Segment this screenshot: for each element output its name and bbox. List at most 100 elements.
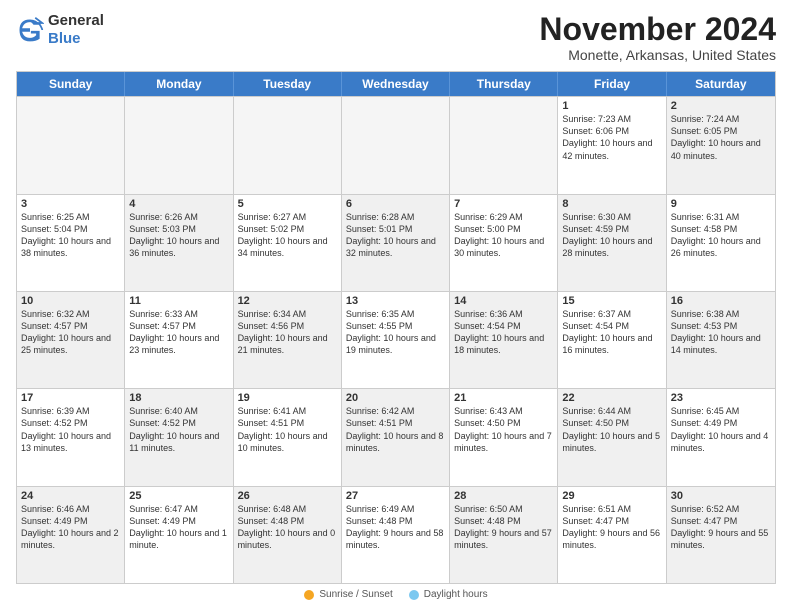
calendar-cell-empty-4 bbox=[450, 97, 558, 193]
day-info: Sunrise: 6:49 AM Sunset: 4:48 PM Dayligh… bbox=[346, 503, 445, 552]
day-number: 2 bbox=[671, 100, 771, 112]
day-info: Sunrise: 6:52 AM Sunset: 4:47 PM Dayligh… bbox=[671, 503, 771, 552]
calendar-cell-empty-3 bbox=[342, 97, 450, 193]
sunrise-dot bbox=[304, 590, 314, 600]
logo-icon bbox=[16, 16, 44, 44]
calendar-cell-empty-1 bbox=[125, 97, 233, 193]
calendar-body: 1Sunrise: 7:23 AM Sunset: 6:06 PM Daylig… bbox=[17, 96, 775, 583]
calendar-cell-5: 5Sunrise: 6:27 AM Sunset: 5:02 PM Daylig… bbox=[234, 195, 342, 291]
day-info: Sunrise: 6:35 AM Sunset: 4:55 PM Dayligh… bbox=[346, 308, 445, 357]
calendar-cell-12: 12Sunrise: 6:34 AM Sunset: 4:56 PM Dayli… bbox=[234, 292, 342, 388]
day-number: 25 bbox=[129, 490, 228, 502]
calendar-cell-16: 16Sunrise: 6:38 AM Sunset: 4:53 PM Dayli… bbox=[667, 292, 775, 388]
day-number: 27 bbox=[346, 490, 445, 502]
calendar-row-3: 17Sunrise: 6:39 AM Sunset: 4:52 PM Dayli… bbox=[17, 388, 775, 485]
calendar-header-sunday: Sunday bbox=[17, 72, 125, 96]
calendar-cell-29: 29Sunrise: 6:51 AM Sunset: 4:47 PM Dayli… bbox=[558, 487, 666, 583]
calendar-cell-10: 10Sunrise: 6:32 AM Sunset: 4:57 PM Dayli… bbox=[17, 292, 125, 388]
calendar-cell-1: 1Sunrise: 7:23 AM Sunset: 6:06 PM Daylig… bbox=[558, 97, 666, 193]
day-info: Sunrise: 6:39 AM Sunset: 4:52 PM Dayligh… bbox=[21, 405, 120, 454]
day-info: Sunrise: 6:33 AM Sunset: 4:57 PM Dayligh… bbox=[129, 308, 228, 357]
day-info: Sunrise: 6:37 AM Sunset: 4:54 PM Dayligh… bbox=[562, 308, 661, 357]
calendar-cell-13: 13Sunrise: 6:35 AM Sunset: 4:55 PM Dayli… bbox=[342, 292, 450, 388]
sunrise-legend: Sunrise / Sunset bbox=[304, 589, 392, 600]
day-info: Sunrise: 6:27 AM Sunset: 5:02 PM Dayligh… bbox=[238, 211, 337, 260]
day-number: 1 bbox=[562, 100, 661, 112]
day-info: Sunrise: 6:42 AM Sunset: 4:51 PM Dayligh… bbox=[346, 405, 445, 454]
calendar-cell-2: 2Sunrise: 7:24 AM Sunset: 6:05 PM Daylig… bbox=[667, 97, 775, 193]
calendar-header-row: SundayMondayTuesdayWednesdayThursdayFrid… bbox=[17, 72, 775, 96]
calendar-row-0: 1Sunrise: 7:23 AM Sunset: 6:06 PM Daylig… bbox=[17, 96, 775, 193]
day-info: Sunrise: 6:26 AM Sunset: 5:03 PM Dayligh… bbox=[129, 211, 228, 260]
day-number: 23 bbox=[671, 392, 771, 404]
day-info: Sunrise: 6:44 AM Sunset: 4:50 PM Dayligh… bbox=[562, 405, 661, 454]
day-number: 28 bbox=[454, 490, 553, 502]
calendar-header-thursday: Thursday bbox=[450, 72, 558, 96]
calendar-cell-8: 8Sunrise: 6:30 AM Sunset: 4:59 PM Daylig… bbox=[558, 195, 666, 291]
daylight-dot bbox=[409, 590, 419, 600]
daylight-legend-label: Daylight hours bbox=[424, 589, 488, 600]
calendar-header-saturday: Saturday bbox=[667, 72, 775, 96]
day-number: 30 bbox=[671, 490, 771, 502]
calendar-row-1: 3Sunrise: 6:25 AM Sunset: 5:04 PM Daylig… bbox=[17, 194, 775, 291]
day-info: Sunrise: 6:50 AM Sunset: 4:48 PM Dayligh… bbox=[454, 503, 553, 552]
calendar-cell-17: 17Sunrise: 6:39 AM Sunset: 4:52 PM Dayli… bbox=[17, 389, 125, 485]
day-number: 9 bbox=[671, 198, 771, 210]
day-info: Sunrise: 6:47 AM Sunset: 4:49 PM Dayligh… bbox=[129, 503, 228, 552]
day-info: Sunrise: 6:51 AM Sunset: 4:47 PM Dayligh… bbox=[562, 503, 661, 552]
calendar-cell-empty-0 bbox=[17, 97, 125, 193]
day-info: Sunrise: 6:36 AM Sunset: 4:54 PM Dayligh… bbox=[454, 308, 553, 357]
calendar-cell-23: 23Sunrise: 6:45 AM Sunset: 4:49 PM Dayli… bbox=[667, 389, 775, 485]
day-number: 22 bbox=[562, 392, 661, 404]
day-info: Sunrise: 6:48 AM Sunset: 4:48 PM Dayligh… bbox=[238, 503, 337, 552]
day-number: 21 bbox=[454, 392, 553, 404]
logo: General Blue bbox=[16, 12, 104, 48]
day-number: 5 bbox=[238, 198, 337, 210]
calendar-header-tuesday: Tuesday bbox=[234, 72, 342, 96]
day-number: 11 bbox=[129, 295, 228, 307]
day-info: Sunrise: 6:34 AM Sunset: 4:56 PM Dayligh… bbox=[238, 308, 337, 357]
calendar-cell-11: 11Sunrise: 6:33 AM Sunset: 4:57 PM Dayli… bbox=[125, 292, 233, 388]
day-info: Sunrise: 6:43 AM Sunset: 4:50 PM Dayligh… bbox=[454, 405, 553, 454]
day-info: Sunrise: 6:40 AM Sunset: 4:52 PM Dayligh… bbox=[129, 405, 228, 454]
calendar-cell-empty-2 bbox=[234, 97, 342, 193]
day-number: 4 bbox=[129, 198, 228, 210]
day-number: 13 bbox=[346, 295, 445, 307]
day-info: Sunrise: 6:30 AM Sunset: 4:59 PM Dayligh… bbox=[562, 211, 661, 260]
calendar-header-monday: Monday bbox=[125, 72, 233, 96]
calendar-cell-24: 24Sunrise: 6:46 AM Sunset: 4:49 PM Dayli… bbox=[17, 487, 125, 583]
calendar-cell-7: 7Sunrise: 6:29 AM Sunset: 5:00 PM Daylig… bbox=[450, 195, 558, 291]
calendar-header-wednesday: Wednesday bbox=[342, 72, 450, 96]
day-info: Sunrise: 6:41 AM Sunset: 4:51 PM Dayligh… bbox=[238, 405, 337, 454]
day-info: Sunrise: 6:29 AM Sunset: 5:00 PM Dayligh… bbox=[454, 211, 553, 260]
calendar-cell-3: 3Sunrise: 6:25 AM Sunset: 5:04 PM Daylig… bbox=[17, 195, 125, 291]
calendar-header-friday: Friday bbox=[558, 72, 666, 96]
calendar-cell-30: 30Sunrise: 6:52 AM Sunset: 4:47 PM Dayli… bbox=[667, 487, 775, 583]
day-number: 20 bbox=[346, 392, 445, 404]
calendar-cell-21: 21Sunrise: 6:43 AM Sunset: 4:50 PM Dayli… bbox=[450, 389, 558, 485]
calendar-cell-25: 25Sunrise: 6:47 AM Sunset: 4:49 PM Dayli… bbox=[125, 487, 233, 583]
calendar-cell-6: 6Sunrise: 6:28 AM Sunset: 5:01 PM Daylig… bbox=[342, 195, 450, 291]
day-info: Sunrise: 7:23 AM Sunset: 6:06 PM Dayligh… bbox=[562, 113, 661, 162]
day-info: Sunrise: 6:38 AM Sunset: 4:53 PM Dayligh… bbox=[671, 308, 771, 357]
day-number: 3 bbox=[21, 198, 120, 210]
calendar-cell-18: 18Sunrise: 6:40 AM Sunset: 4:52 PM Dayli… bbox=[125, 389, 233, 485]
logo-text: General Blue bbox=[48, 12, 104, 48]
day-number: 10 bbox=[21, 295, 120, 307]
daylight-legend: Daylight hours bbox=[409, 589, 488, 600]
day-number: 8 bbox=[562, 198, 661, 210]
calendar: SundayMondayTuesdayWednesdayThursdayFrid… bbox=[16, 71, 776, 584]
day-number: 15 bbox=[562, 295, 661, 307]
calendar-row-2: 10Sunrise: 6:32 AM Sunset: 4:57 PM Dayli… bbox=[17, 291, 775, 388]
day-info: Sunrise: 6:25 AM Sunset: 5:04 PM Dayligh… bbox=[21, 211, 120, 260]
calendar-cell-14: 14Sunrise: 6:36 AM Sunset: 4:54 PM Dayli… bbox=[450, 292, 558, 388]
day-info: Sunrise: 6:46 AM Sunset: 4:49 PM Dayligh… bbox=[21, 503, 120, 552]
day-number: 17 bbox=[21, 392, 120, 404]
day-number: 16 bbox=[671, 295, 771, 307]
calendar-cell-20: 20Sunrise: 6:42 AM Sunset: 4:51 PM Dayli… bbox=[342, 389, 450, 485]
page: General Blue November 2024 Monette, Arka… bbox=[0, 0, 792, 612]
calendar-cell-4: 4Sunrise: 6:26 AM Sunset: 5:03 PM Daylig… bbox=[125, 195, 233, 291]
day-number: 29 bbox=[562, 490, 661, 502]
header: General Blue November 2024 Monette, Arka… bbox=[16, 12, 776, 63]
day-number: 6 bbox=[346, 198, 445, 210]
